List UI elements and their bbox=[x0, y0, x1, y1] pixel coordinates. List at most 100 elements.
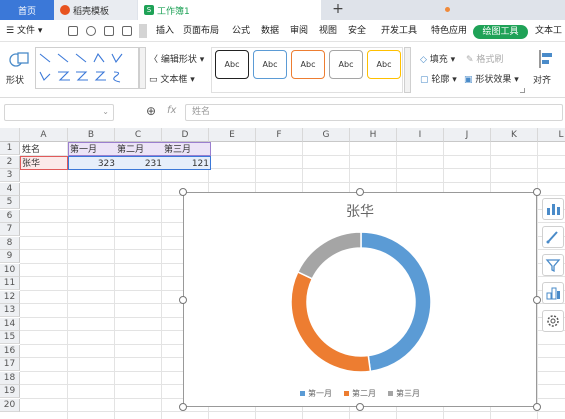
row-header-14[interactable]: 14 bbox=[0, 317, 20, 331]
legend-item[interactable]: 第三月 bbox=[388, 388, 420, 399]
doughnut-slice-3[interactable] bbox=[296, 231, 362, 280]
resize-handle-nw[interactable] bbox=[179, 188, 187, 196]
select-all-corner[interactable] bbox=[0, 128, 20, 142]
row-header-6[interactable]: 6 bbox=[0, 209, 20, 223]
cell-b2[interactable]: 323 bbox=[70, 158, 115, 171]
menu-text-tools[interactable]: 文本工 bbox=[535, 20, 562, 42]
row-header-9[interactable]: 9 bbox=[0, 250, 20, 263]
row-header-2[interactable]: 2 bbox=[0, 155, 20, 169]
chart-filter-button[interactable] bbox=[542, 254, 564, 276]
row-header-17[interactable]: 17 bbox=[0, 358, 20, 371]
style-orange[interactable]: Abc bbox=[291, 50, 325, 79]
row-header-13[interactable]: 13 bbox=[0, 304, 20, 317]
legend-item[interactable]: 第一月 bbox=[300, 388, 332, 399]
format-brush-button[interactable]: ✎ 格式刷 bbox=[466, 52, 503, 65]
column-header-c[interactable]: C bbox=[115, 128, 162, 142]
shape-label[interactable]: 形状 bbox=[6, 73, 24, 86]
undo-icon[interactable] bbox=[86, 26, 96, 36]
chart-legend[interactable]: 第一月 第二月 第三月 bbox=[184, 388, 536, 399]
column-header-i[interactable]: I bbox=[397, 128, 444, 142]
chart-settings-button[interactable] bbox=[542, 310, 564, 332]
row-header-20[interactable]: 20 bbox=[0, 398, 20, 412]
menu-formula[interactable]: 公式 bbox=[232, 20, 250, 42]
more-icon[interactable] bbox=[139, 24, 147, 38]
row-header-7[interactable]: 7 bbox=[0, 223, 20, 236]
chart-type-button[interactable] bbox=[542, 282, 564, 304]
column-header-h[interactable]: H bbox=[350, 128, 397, 142]
doughnut-slice-2[interactable] bbox=[290, 270, 372, 373]
row-header-3[interactable]: 3 bbox=[0, 169, 20, 182]
row-header-5[interactable]: 5 bbox=[0, 196, 20, 209]
style-black[interactable]: Abc bbox=[215, 50, 249, 79]
column-header-j[interactable]: J bbox=[444, 128, 491, 142]
cell-d1[interactable]: 第三月 bbox=[164, 144, 210, 157]
fill-button[interactable]: ◇ 填充 ▾ bbox=[420, 52, 455, 65]
cell-c2[interactable]: 231 bbox=[117, 158, 162, 171]
menu-page-layout[interactable]: 页面布局 bbox=[183, 20, 219, 42]
print-icon[interactable] bbox=[104, 26, 114, 36]
save-icon[interactable] bbox=[68, 26, 78, 36]
column-header-k[interactable]: K bbox=[491, 128, 538, 142]
styles-scroll[interactable] bbox=[404, 47, 411, 93]
text-box-button[interactable]: ▭ 文本框 ▾ bbox=[149, 72, 195, 85]
style-gold[interactable]: Abc bbox=[367, 50, 401, 79]
doughnut-chart[interactable]: 张华 第一月 第二月 第三月 bbox=[183, 192, 537, 407]
edit-shape-button[interactable]: 〈 编辑形状 ▾ bbox=[149, 52, 204, 65]
resize-handle-e[interactable] bbox=[533, 296, 541, 304]
column-header-f[interactable]: F bbox=[256, 128, 303, 142]
cell-b1[interactable]: 第一月 bbox=[70, 144, 116, 157]
zoom-icon[interactable]: ⊕ bbox=[146, 104, 156, 118]
dialog-launcher-icon[interactable] bbox=[520, 88, 525, 93]
shape-icon[interactable] bbox=[8, 49, 30, 71]
cell-c1[interactable]: 第二月 bbox=[117, 144, 163, 157]
chart-elements-button[interactable] bbox=[542, 198, 564, 220]
menu-security[interactable]: 安全 bbox=[348, 20, 366, 42]
cell-a2[interactable]: 张华 bbox=[22, 158, 68, 171]
cell-a1[interactable]: 姓名 bbox=[22, 144, 68, 157]
tab-home[interactable]: 首页 bbox=[0, 0, 54, 20]
gallery-scroll[interactable] bbox=[139, 47, 146, 89]
row-header-1[interactable]: 1 bbox=[0, 142, 20, 155]
column-header-g[interactable]: G bbox=[303, 128, 350, 142]
resize-handle-sw[interactable] bbox=[179, 403, 187, 411]
chart-title[interactable]: 张华 bbox=[184, 201, 536, 221]
align-icon[interactable] bbox=[538, 49, 554, 69]
cell-d2[interactable]: 121 bbox=[164, 158, 209, 171]
row-header-16[interactable]: 16 bbox=[0, 344, 20, 358]
row-header-15[interactable]: 15 bbox=[0, 331, 20, 344]
row-header-11[interactable]: 11 bbox=[0, 277, 20, 290]
menu-insert[interactable]: 插入 bbox=[156, 20, 174, 42]
name-box[interactable]: ⌄ bbox=[4, 104, 114, 121]
menu-drawing-tools[interactable]: 绘图工具 bbox=[473, 25, 528, 39]
new-tab-button[interactable]: + bbox=[331, 0, 345, 20]
formula-input[interactable]: 姓名 bbox=[185, 104, 563, 121]
tab-docer[interactable]: 稻壳模板 bbox=[54, 0, 137, 20]
row-header-12[interactable]: 12 bbox=[0, 290, 20, 304]
resize-handle-se[interactable] bbox=[533, 403, 541, 411]
row-header-10[interactable]: 10 bbox=[0, 263, 20, 277]
column-header-e[interactable]: E bbox=[209, 128, 256, 142]
legend-item[interactable]: 第二月 bbox=[344, 388, 376, 399]
column-header-l[interactable]: L bbox=[538, 128, 565, 142]
menu-file[interactable]: ☰ 文件 ▾ bbox=[6, 20, 42, 42]
style-gray[interactable]: Abc bbox=[329, 50, 363, 79]
row-header-8[interactable]: 8 bbox=[0, 236, 20, 250]
line-shapes-gallery[interactable] bbox=[35, 47, 139, 89]
resize-handle-n[interactable] bbox=[356, 188, 364, 196]
doughnut-slice-1[interactable] bbox=[360, 231, 432, 373]
resize-handle-s[interactable] bbox=[356, 403, 364, 411]
row-header-19[interactable]: 19 bbox=[0, 385, 20, 398]
chart-plot-area[interactable] bbox=[290, 231, 432, 373]
tab-workbook[interactable]: S 工作簿1 bbox=[138, 0, 450, 20]
column-header-a[interactable]: A bbox=[20, 128, 68, 142]
outline-button[interactable]: ▢ 轮廓 ▾ bbox=[420, 72, 457, 85]
row-header-4[interactable]: 4 bbox=[0, 182, 20, 196]
chart-style-button[interactable] bbox=[542, 226, 564, 248]
column-header-d[interactable]: D bbox=[162, 128, 209, 142]
preview-icon[interactable] bbox=[122, 26, 132, 36]
style-blue[interactable]: Abc bbox=[253, 50, 287, 79]
shape-effects-button[interactable]: ▣ 形状效果 ▾ bbox=[464, 72, 519, 85]
menu-review[interactable]: 审阅 bbox=[290, 20, 308, 42]
menu-special[interactable]: 特色应用 bbox=[431, 20, 467, 42]
column-header-b[interactable]: B bbox=[68, 128, 115, 142]
